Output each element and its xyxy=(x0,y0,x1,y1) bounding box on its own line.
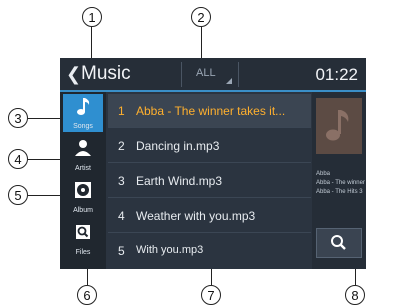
dropdown-corner-icon xyxy=(226,78,232,84)
callout-8: 8 xyxy=(345,285,365,305)
list-item[interactable]: 4 Weather with you.mp3 xyxy=(108,199,311,233)
album-art[interactable] xyxy=(316,98,362,154)
callout-4: 4 xyxy=(8,149,28,169)
music-note-icon xyxy=(326,110,349,141)
list-item[interactable]: 1 Abba - The winner takes it... xyxy=(108,94,311,128)
callout-6: 6 xyxy=(77,285,97,305)
track-title: Abba - The winner takes it... xyxy=(136,104,286,118)
track-number: 1 xyxy=(118,104,125,118)
callout-5: 5 xyxy=(8,185,28,205)
music-note-icon xyxy=(77,98,90,115)
track-title: With you.mp3 xyxy=(136,244,204,256)
track-number: 3 xyxy=(118,174,125,188)
rail-item-label: Files xyxy=(75,249,91,256)
now-playing-artist: Abba xyxy=(316,171,331,177)
top-bar: ❮ Music ALL 01:22 xyxy=(60,58,366,90)
category-rail: Songs Artist Album Files xyxy=(60,92,106,269)
clock: 01:22 xyxy=(315,65,358,84)
disc-icon xyxy=(75,182,91,198)
search-button[interactable] xyxy=(316,228,362,258)
song-list: 1 Abba - The winner takes it... 2 Dancin… xyxy=(108,92,311,269)
rail-item-album[interactable]: Album xyxy=(63,178,103,216)
track-title: Weather with you.mp3 xyxy=(136,209,256,223)
track-number: 4 xyxy=(118,209,125,223)
callout-1: 1 xyxy=(82,7,102,27)
callout-2: 2 xyxy=(191,7,211,27)
rail-item-label: Album xyxy=(73,207,93,214)
folder-search-icon xyxy=(76,225,90,239)
now-playing-pane: Abba Abba - The winner Abba - The Hits 3 xyxy=(312,92,366,269)
list-item[interactable]: 5 With you.mp3 xyxy=(108,234,311,268)
back-chevron-icon[interactable]: ❮ xyxy=(66,64,81,85)
now-playing-track: Abba - The winner xyxy=(316,180,365,186)
rail-item-files[interactable]: Files xyxy=(63,220,103,258)
category-filter-dropdown[interactable]: ALL xyxy=(181,62,239,87)
list-item[interactable]: 3 Earth Wind.mp3 xyxy=(108,164,311,198)
rail-item-songs[interactable]: Songs xyxy=(63,94,103,132)
page-title: Music xyxy=(81,63,131,84)
track-title: Dancing in.mp3 xyxy=(136,139,220,153)
callout-3: 3 xyxy=(8,108,28,128)
track-number: 5 xyxy=(118,244,125,258)
rail-item-label: Songs xyxy=(73,123,93,130)
list-item[interactable]: 2 Dancing in.mp3 xyxy=(108,129,311,163)
rail-item-label: Artist xyxy=(75,165,91,172)
track-title: Earth Wind.mp3 xyxy=(136,174,223,188)
now-playing-album: Abba - The Hits 3 xyxy=(316,189,363,195)
track-number: 2 xyxy=(118,139,125,153)
person-icon xyxy=(75,140,91,156)
music-player-screen: ❮ Music ALL 01:22 Songs Artist Album Fil… xyxy=(60,58,366,269)
search-icon xyxy=(331,235,346,250)
rail-item-artist[interactable]: Artist xyxy=(63,136,103,174)
filter-label: ALL xyxy=(196,67,216,79)
callout-7: 7 xyxy=(201,285,221,305)
